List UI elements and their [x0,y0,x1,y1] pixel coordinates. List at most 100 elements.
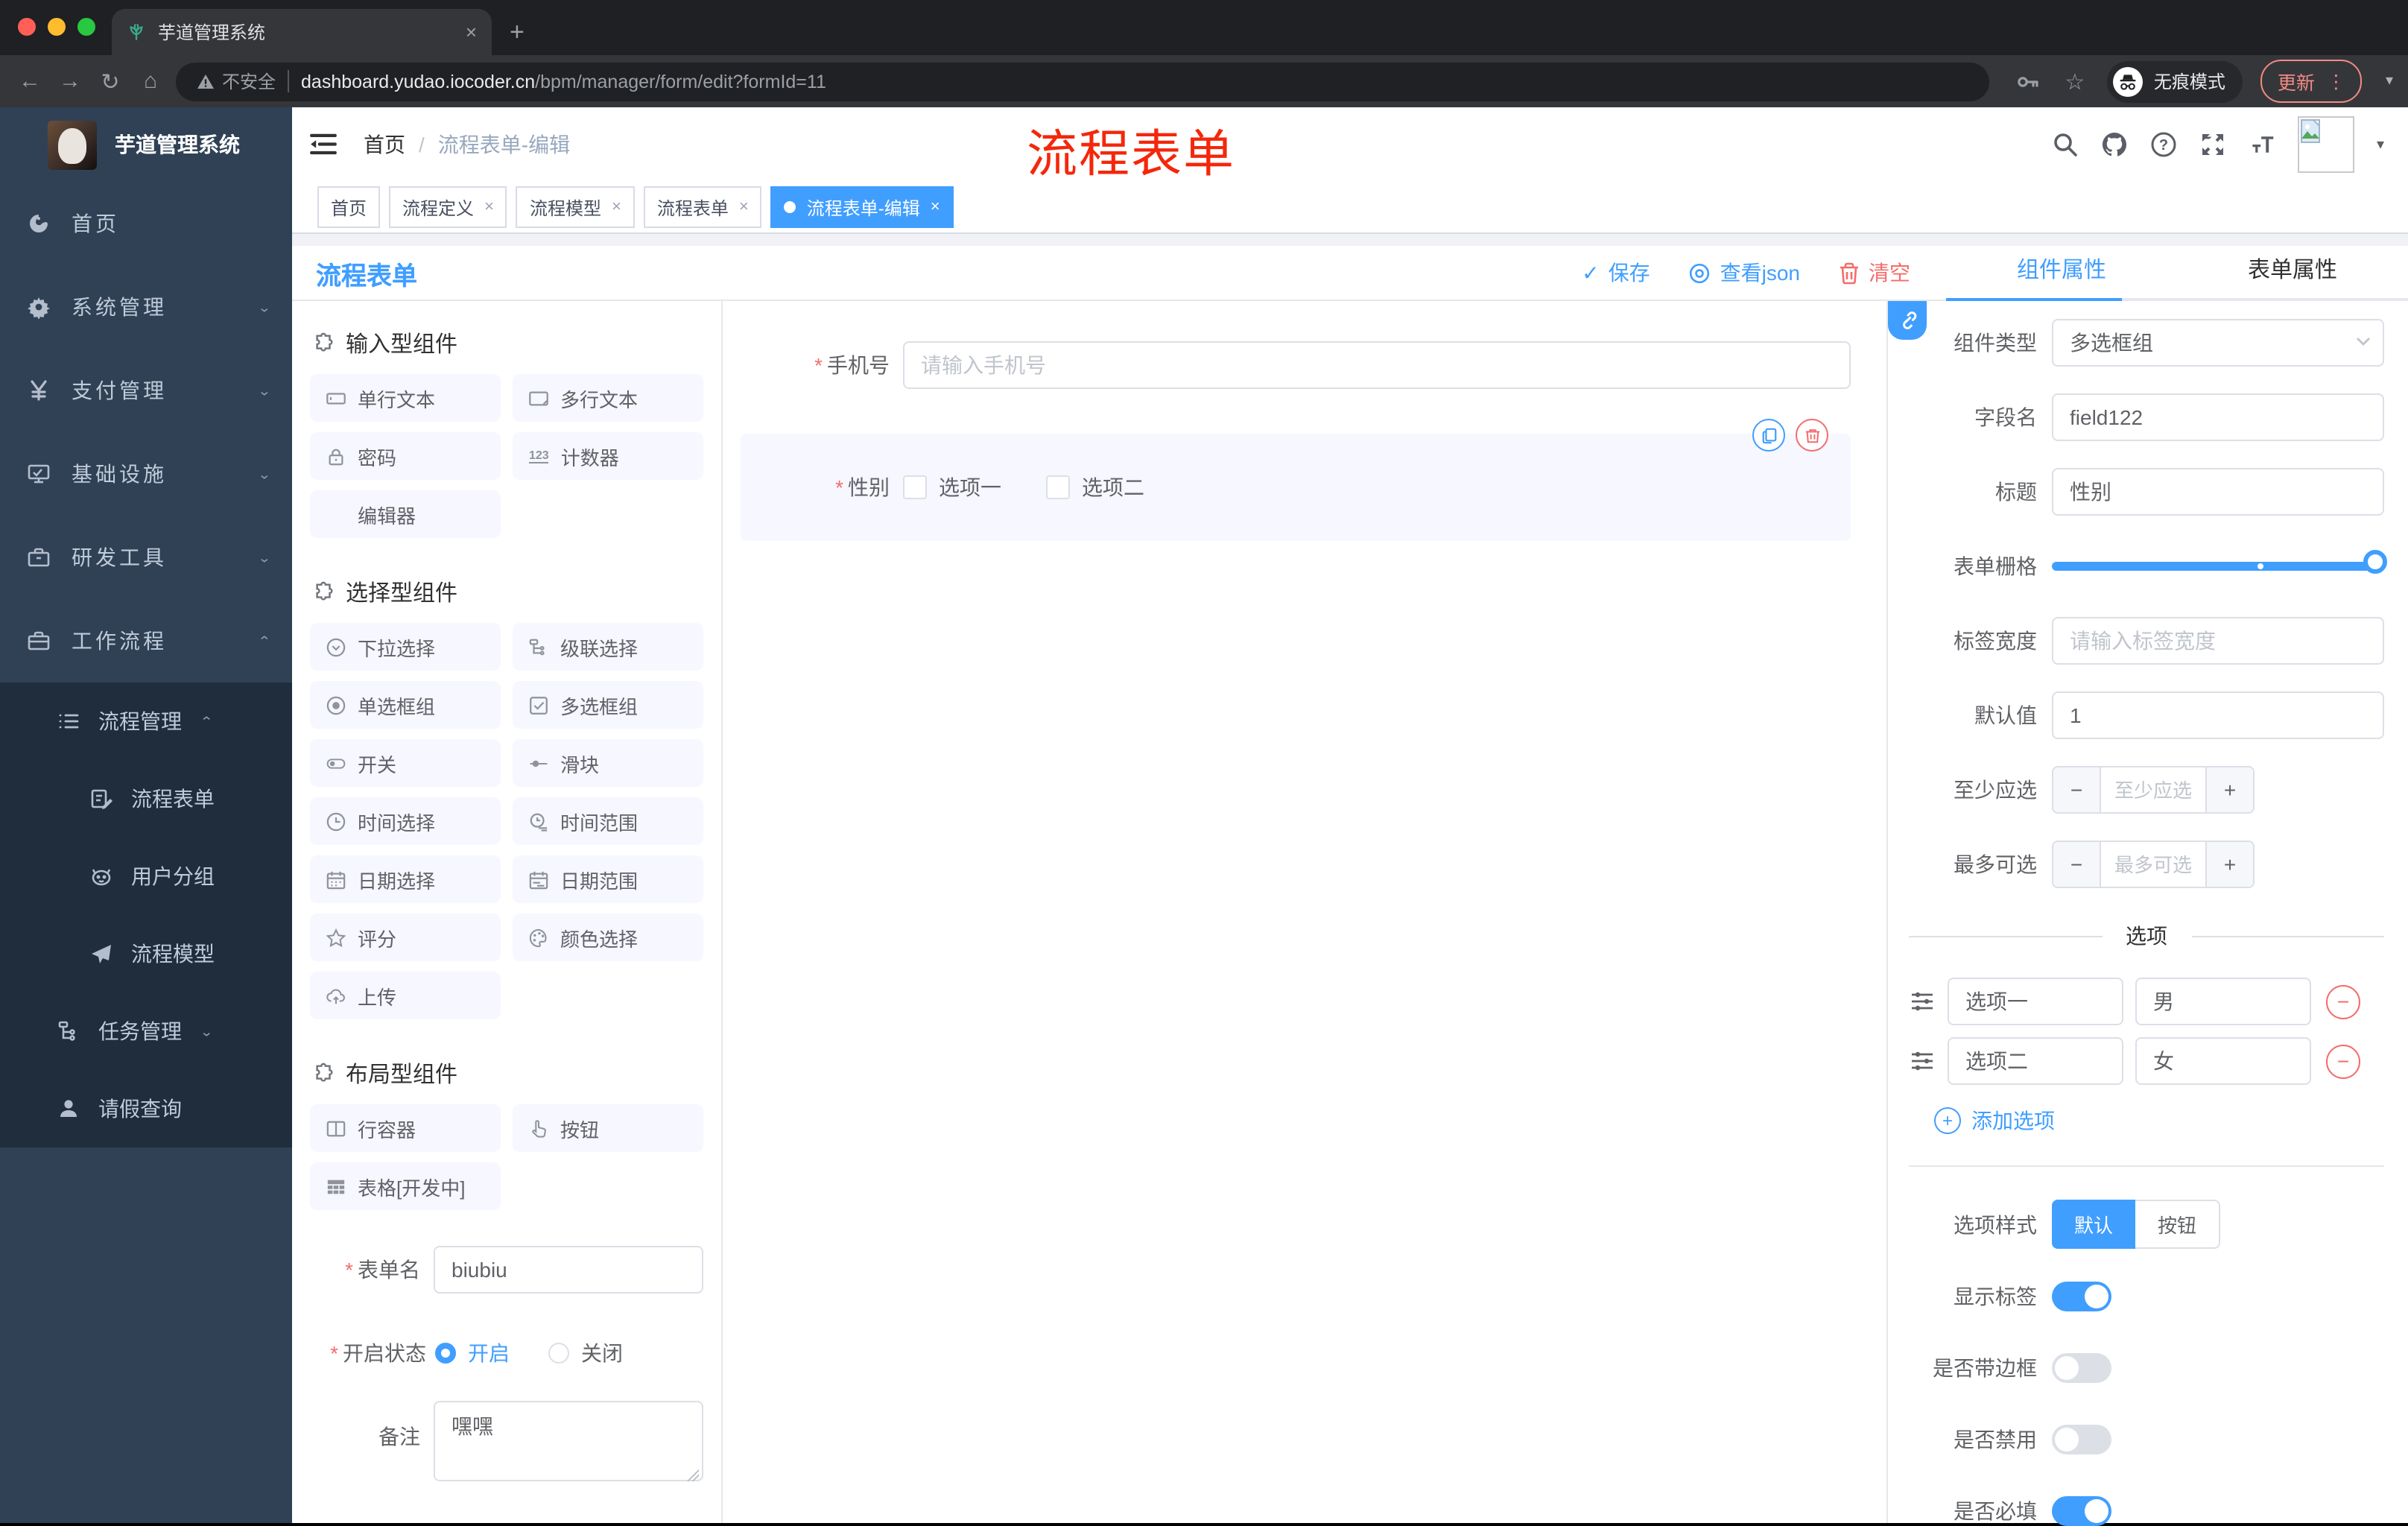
field-name-input[interactable] [2052,393,2384,441]
update-button[interactable]: 更新 ⋮ [2260,60,2362,103]
component-chip-editor[interactable]: 编辑器 [310,490,501,538]
drag-handle-icon[interactable] [1909,1048,1936,1074]
sidebar-collapse-icon[interactable] [310,133,337,156]
component-chip-checkbox-group[interactable]: 多选框组 [513,681,703,729]
sidebar-item-process-mgmt[interactable]: 流程管理 ⌃ [0,683,292,760]
breadcrumb-home[interactable]: 首页 [364,130,405,159]
tag-home[interactable]: 首页 [317,186,381,228]
component-chip-row-container[interactable]: 行容器 [310,1104,501,1152]
component-chip-single-text[interactable]: 单行文本 [310,374,501,422]
sidebar-item-workflow[interactable]: 工作流程 ⌃ [0,599,292,683]
gender-option2-checkbox[interactable] [1046,475,1070,499]
component-chip-slider[interactable]: 滑块 [513,739,703,787]
required-toggle[interactable] [2052,1496,2111,1526]
status-on-label[interactable]: 开启 [468,1338,510,1368]
component-chip-table[interactable]: 表格[开发中] [310,1162,501,1210]
fullscreen-icon[interactable] [2199,131,2226,158]
sidebar-item-process-form[interactable]: 流程表单 [0,760,292,838]
tag-close-icon[interactable]: × [931,198,940,216]
reload-icon[interactable]: ↻ [95,68,125,95]
form-name-input[interactable] [434,1246,703,1294]
default-value-input[interactable] [2052,691,2384,739]
component-chip-button[interactable]: 按钮 [513,1104,703,1152]
status-off-radio[interactable] [548,1343,569,1364]
form-canvas[interactable]: *手机号 *性别 [723,301,1886,1523]
canvas-field-phone[interactable]: * 手机号 [741,320,1851,410]
caret-down-icon[interactable]: ▾ [2386,73,2393,89]
canvas-field-gender[interactable]: * 性别 选项一 选项二 [741,419,1851,541]
gender-option1-label[interactable]: 选项一 [939,472,1001,502]
address-bar[interactable]: 不安全 dashboard.yudao.iocoder.cn/bpm/manag… [176,62,1990,101]
component-chip-cascader[interactable]: 级联选择 [513,623,703,671]
close-window-button[interactable] [18,18,36,36]
minimize-window-button[interactable] [48,18,66,36]
gender-option1-checkbox[interactable] [903,475,927,499]
component-chip-date-range[interactable]: 日期范围 [513,855,703,903]
component-chip-time-range[interactable]: 时间范围 [513,797,703,845]
sidebar-item-payment[interactable]: 支付管理 ⌄ [0,349,292,432]
tag-process-form[interactable]: 流程表单 × [643,186,762,228]
font-size-icon[interactable] [2249,131,2275,158]
style-button-button[interactable]: 按钮 [2135,1200,2221,1249]
has-border-toggle[interactable] [2052,1353,2111,1383]
component-chip-date[interactable]: 日期选择 [310,855,501,903]
decrease-button[interactable]: − [2053,767,2101,812]
sidebar-item-task-mgmt[interactable]: 任务管理 ⌄ [0,992,292,1070]
tab-close-icon[interactable]: × [466,21,477,43]
increase-button[interactable]: + [2205,842,2253,887]
sidebar-item-devtools[interactable]: 研发工具 ⌄ [0,516,292,599]
clear-button[interactable]: 清空 [1839,258,1910,288]
tag-process-form-edit[interactable]: 流程表单-编辑 × [770,186,954,228]
phone-input[interactable] [903,341,1851,389]
component-chip-radio-group[interactable]: 单选框组 [310,681,501,729]
tag-close-icon[interactable]: × [484,198,494,216]
component-chip-select[interactable]: 下拉选择 [310,623,501,671]
forward-icon[interactable]: → [55,69,85,94]
component-chip-multi-text[interactable]: 多行文本 [513,374,703,422]
browser-menu-icon[interactable]: ⋮ [2327,70,2345,92]
show-label-toggle[interactable] [2052,1282,2111,1311]
remove-option-button[interactable]: − [2326,984,2360,1019]
sidebar-item-leave-query[interactable]: 请假查询 [0,1070,292,1147]
avatar[interactable] [2297,116,2354,173]
resize-grip-icon[interactable] [687,1469,699,1481]
max-select-input[interactable] [2101,842,2205,887]
component-chip-time[interactable]: 时间选择 [310,797,501,845]
zoom-window-button[interactable] [77,18,95,36]
component-chip-rate[interactable]: 评分 [310,914,501,961]
component-chip-switch[interactable]: 开关 [310,739,501,787]
label-width-input[interactable] [2052,617,2384,665]
sidebar-item-system[interactable]: 系统管理 ⌄ [0,265,292,349]
remove-option-button[interactable]: − [2326,1044,2360,1078]
new-tab-button[interactable]: + [510,18,525,48]
sidebar-item-home[interactable]: 首页 [0,182,292,265]
search-icon[interactable] [2052,131,2079,158]
disabled-toggle[interactable] [2052,1425,2111,1454]
component-chip-password[interactable]: 密码 [310,432,501,480]
option-label-input[interactable] [1948,978,2123,1025]
bookmark-star-icon[interactable]: ☆ [2060,68,2090,95]
back-icon[interactable]: ← [15,69,45,94]
link-badge[interactable] [1888,301,1927,340]
title-input[interactable] [2052,468,2384,516]
component-chip-counter[interactable]: 123 计数器 [513,432,703,480]
status-on-radio[interactable] [435,1343,456,1364]
component-chip-color[interactable]: 颜色选择 [513,914,703,961]
help-icon[interactable]: ? [2150,131,2177,158]
sidebar-logo[interactable]: 芋道管理系统 [0,107,292,182]
tab-component-props[interactable]: 组件属性 [1946,246,2177,298]
tag-process-definition[interactable]: 流程定义 × [389,186,507,228]
slider-track[interactable] [2052,562,2384,571]
security-warning[interactable]: 不安全 [197,69,276,94]
tag-process-model[interactable]: 流程模型 × [516,186,635,228]
component-chip-upload[interactable]: 上传 [310,972,501,1019]
save-button[interactable]: ✓ 保存 [1582,258,1650,288]
min-select-input[interactable] [2101,767,2205,812]
drag-handle-icon[interactable] [1909,988,1936,1015]
avatar-caret-icon[interactable]: ▾ [2377,136,2384,153]
home-icon[interactable]: ⌂ [136,69,165,94]
option-label-input[interactable] [1948,1037,2123,1085]
github-icon[interactable] [2101,131,2128,158]
sidebar-item-user-group[interactable]: 用户分组 [0,838,292,915]
delete-field-button[interactable] [1796,419,1828,452]
